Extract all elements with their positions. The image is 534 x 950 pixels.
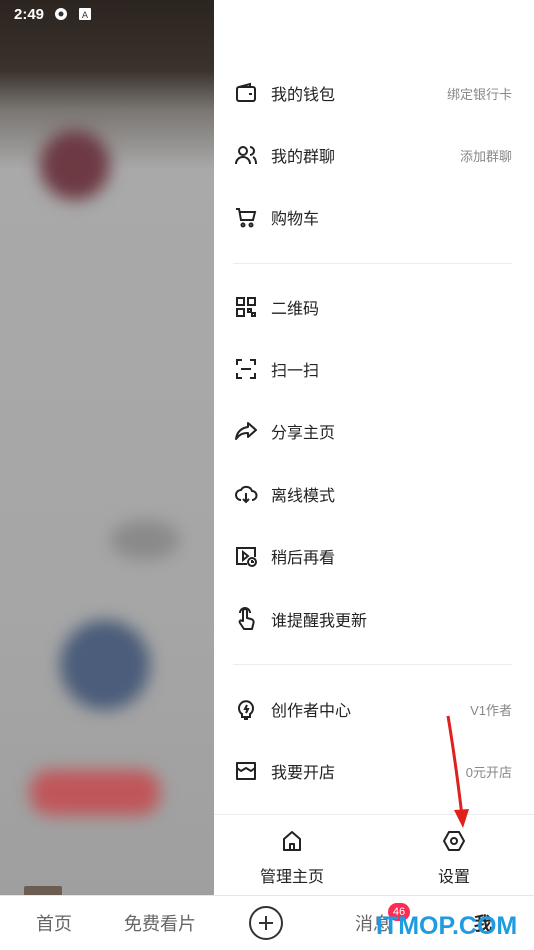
menu-item-offline-mode[interactable]: 离线模式	[214, 463, 534, 525]
menu-item-label: 谁提醒我更新	[271, 613, 368, 630]
notification-icon: A	[79, 8, 92, 21]
scan-icon	[236, 359, 256, 379]
side-drawer: 我的钱包 绑定银行卡 我的群聊 添加群聊 购物车 二维码 扫一扫 分享主页 离线…	[214, 0, 534, 895]
menu-item-qr-code[interactable]: 二维码	[214, 276, 534, 338]
divider	[233, 263, 512, 264]
menu-item-open-store[interactable]: 我要开店 0元开店	[214, 740, 534, 802]
menu-item-label: 二维码	[271, 301, 320, 318]
watch-later-icon	[236, 547, 257, 567]
divider	[233, 664, 512, 665]
menu-item-label: 我要开店	[271, 765, 336, 782]
status-time: 2:49	[14, 5, 45, 23]
background-page-blurred[interactable]: 2:49 A	[0, 0, 214, 895]
manage-homepage-label: 管理主页	[259, 869, 324, 886]
menu-item-label: 离线模式	[271, 488, 336, 505]
menu-item-wallet[interactable]: 我的钱包 绑定银行卡	[214, 62, 534, 124]
menu-item-label: 我的群聊	[271, 149, 336, 166]
nav-free-movies[interactable]: 免费看片	[124, 910, 196, 936]
store-icon	[236, 762, 256, 780]
drawer-footer: 管理主页 设置	[214, 814, 534, 895]
status-bar: 2:49 A	[0, 0, 214, 28]
nav-home[interactable]: 首页	[36, 910, 72, 936]
bind-bank-card-link[interactable]: 绑定银行卡	[447, 84, 512, 103]
home-icon	[283, 831, 301, 851]
annotation-arrow-icon	[446, 715, 469, 828]
lightbulb-icon	[238, 700, 254, 720]
qr-code-icon	[236, 297, 256, 317]
wallet-icon	[236, 82, 256, 102]
offline-download-icon	[235, 485, 258, 504]
settings-hexagon-icon	[443, 831, 465, 851]
menu-item-label: 分享主页	[271, 425, 336, 442]
menu-item-label: 创作者中心	[271, 703, 352, 720]
menu-item-label: 购物车	[271, 211, 320, 228]
manage-homepage-button[interactable]: 管理主页	[237, 815, 347, 896]
cart-icon	[236, 208, 257, 228]
app-status-icon	[55, 8, 68, 20]
menu-item-share-homepage[interactable]: 分享主页	[214, 400, 534, 462]
svg-text:A: A	[82, 11, 89, 21]
share-icon	[235, 422, 257, 440]
menu-item-creator-center[interactable]: 创作者中心 V1作者	[214, 678, 534, 740]
add-group-chat-link[interactable]: 添加群聊	[460, 146, 512, 165]
watermark-logo: ITMOP.COM	[376, 912, 518, 940]
menu-item-label: 扫一扫	[271, 363, 320, 380]
tap-hand-icon	[238, 607, 255, 630]
menu-item-label: 我的钱包	[271, 87, 336, 104]
menu-item-scan[interactable]: 扫一扫	[214, 338, 534, 400]
group-chat-icon	[235, 146, 257, 165]
menu-item-label: 稍后再看	[271, 550, 336, 567]
publish-plus-button[interactable]	[249, 906, 283, 940]
menu-item-group-chat[interactable]: 我的群聊 添加群聊	[214, 124, 534, 186]
menu-item-update-reminders[interactable]: 谁提醒我更新	[214, 588, 534, 650]
menu-item-watch-later[interactable]: 稍后再看	[214, 525, 534, 587]
settings-label: 设置	[437, 869, 470, 886]
menu-item-cart[interactable]: 购物车	[214, 186, 534, 248]
